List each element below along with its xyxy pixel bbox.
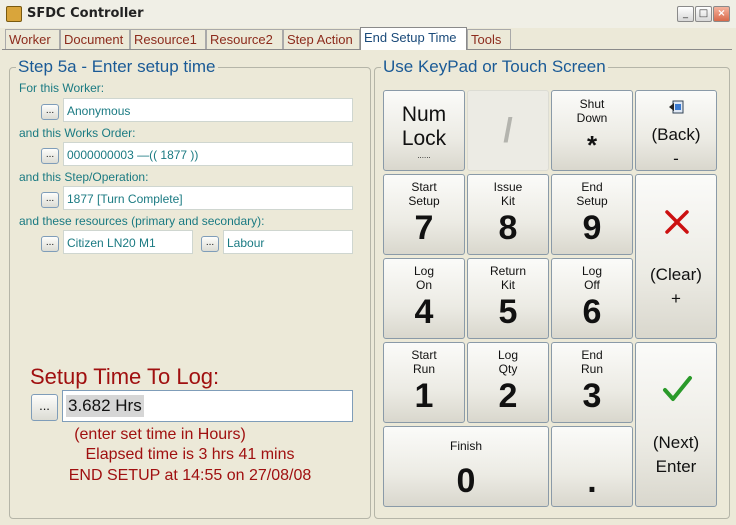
key-4-line1: Log	[413, 264, 435, 278]
shutdown-key[interactable]: Shut Down *	[551, 90, 633, 171]
key-4-digit: 4	[414, 293, 434, 331]
key-3-line2: Run	[580, 362, 603, 376]
tab-resource2[interactable]: Resource2	[206, 29, 283, 49]
key-9[interactable]: End Setup 9	[551, 174, 633, 255]
shutdown-line2: Down	[576, 111, 608, 125]
close-button[interactable]: ×	[713, 6, 730, 22]
num-lock-line2: Lock	[401, 127, 447, 150]
key-9-digit: 9	[582, 209, 602, 247]
key-8-digit: 8	[498, 209, 518, 247]
key-1[interactable]: Start Run 1	[383, 342, 465, 423]
setup-time-browse-button[interactable]: ...	[31, 394, 58, 421]
setup-time-label: Setup Time To Log:	[30, 364, 220, 389]
resources-label: and these resources (primary and seconda…	[19, 214, 265, 228]
key-7-digit: 7	[414, 209, 434, 247]
key-7-line2: Setup	[408, 194, 440, 208]
enter-key-label: Enter	[655, 457, 697, 476]
minimize-button[interactable]: _	[677, 6, 694, 22]
key-0[interactable]: Finish 0	[383, 426, 549, 507]
tab-end-setup-time[interactable]: End Setup Time	[360, 27, 467, 50]
step-operation-field[interactable]: 1877 [Turn Complete]	[63, 186, 353, 210]
plus-label: +	[671, 289, 681, 308]
num-lock-indicator: ......	[417, 151, 431, 160]
step-operation-browse-button[interactable]: ...	[41, 192, 59, 208]
works-order-field[interactable]: 0000000003 —(( 1877 ))	[63, 142, 353, 166]
step-title: Step 5a - Enter setup time	[16, 57, 218, 77]
key-6-line1: Log	[581, 264, 603, 278]
key-4[interactable]: Log On 4	[383, 258, 465, 339]
check-icon	[661, 373, 693, 405]
works-order-browse-button[interactable]: ...	[41, 148, 59, 164]
clear-key[interactable]: (Clear) +	[635, 174, 717, 339]
enter-key[interactable]: (Next) Enter	[635, 342, 717, 507]
back-key-label: (Back)	[651, 125, 701, 144]
key-5-line2: Kit	[500, 278, 515, 292]
keypad-title: Use KeyPad or Touch Screen	[381, 57, 608, 77]
next-key-label: (Next)	[652, 433, 700, 452]
window-title: SFDC Controller	[27, 6, 144, 21]
app-icon	[6, 6, 22, 22]
slash-key-label: /	[503, 112, 513, 150]
maximize-button[interactable]: □	[695, 6, 712, 22]
minus-label: -	[673, 149, 679, 168]
tab-document[interactable]: Document	[60, 29, 130, 49]
clear-key-label: (Clear)	[650, 265, 702, 284]
works-order-label: and this Works Order:	[19, 126, 136, 140]
key-6-digit: 6	[582, 293, 602, 331]
key-1-digit: 1	[414, 377, 434, 415]
key-6[interactable]: Log Off 6	[551, 258, 633, 339]
primary-resource-field[interactable]: Citizen LN20 M1	[63, 230, 193, 254]
setup-time-hint: (enter set time in Hours)	[74, 426, 246, 443]
back-icon	[668, 100, 684, 114]
key-7[interactable]: Start Setup 7	[383, 174, 465, 255]
tab-worker[interactable]: Worker	[5, 29, 60, 49]
key-2-line2: Qty	[498, 362, 518, 376]
key-9-line2: Setup	[576, 194, 608, 208]
tab-tools[interactable]: Tools	[467, 29, 511, 49]
key-8-line2: Kit	[500, 194, 515, 208]
key-5[interactable]: Return Kit 5	[467, 258, 549, 339]
key-7-line1: Start	[411, 180, 437, 194]
key-1-line2: Run	[412, 362, 435, 376]
decimal-key[interactable]: .	[551, 426, 633, 507]
key-3[interactable]: End Run 3	[551, 342, 633, 423]
step-operation-label: and this Step/Operation:	[19, 170, 149, 184]
decimal-key-label: .	[587, 462, 597, 500]
key-1-line1: Start	[411, 348, 437, 362]
key-6-line2: Off	[584, 278, 600, 292]
num-lock-line1: Num	[401, 103, 447, 126]
key-2-line1: Log	[497, 348, 519, 362]
tab-step-action[interactable]: Step Action	[283, 29, 360, 49]
secondary-resource-field[interactable]: Labour	[223, 230, 353, 254]
key-0-digit: 0	[456, 462, 476, 500]
key-5-digit: 5	[498, 293, 518, 331]
end-setup-text: END SETUP at 14:55 on 27/08/08	[68, 467, 312, 484]
secondary-resource-browse-button[interactable]: ...	[201, 236, 219, 252]
key-0-line1: Finish	[449, 439, 482, 453]
worker-browse-button[interactable]: ...	[41, 104, 59, 120]
shutdown-line1: Shut	[579, 97, 605, 111]
back-key[interactable]: (Back) -	[635, 90, 717, 171]
key-4-line2: On	[415, 278, 432, 292]
key-3-line1: End	[581, 348, 603, 362]
key-5-line1: Return	[489, 264, 527, 278]
elapsed-time-text: Elapsed time is 3 hrs 41 mins	[85, 446, 295, 463]
setup-time-input[interactable]: 3.682 Hrs	[62, 390, 353, 422]
key-8[interactable]: Issue Kit 8	[467, 174, 549, 255]
tab-resource1[interactable]: Resource1	[130, 29, 206, 49]
worker-label: For this Worker:	[19, 81, 105, 95]
setup-time-value: 3.682 Hrs	[66, 395, 144, 417]
clear-x-icon	[663, 208, 691, 236]
slash-key[interactable]: /	[467, 90, 549, 171]
worker-field[interactable]: Anonymous	[63, 98, 353, 122]
key-2-digit: 2	[498, 377, 518, 415]
primary-resource-browse-button[interactable]: ...	[41, 236, 59, 252]
num-lock-key[interactable]: Num Lock ......	[383, 90, 465, 171]
key-9-line1: End	[581, 180, 603, 194]
key-3-digit: 3	[582, 377, 602, 415]
key-2[interactable]: Log Qty 2	[467, 342, 549, 423]
key-8-line1: Issue	[493, 180, 523, 194]
asterisk-label: *	[586, 130, 598, 160]
